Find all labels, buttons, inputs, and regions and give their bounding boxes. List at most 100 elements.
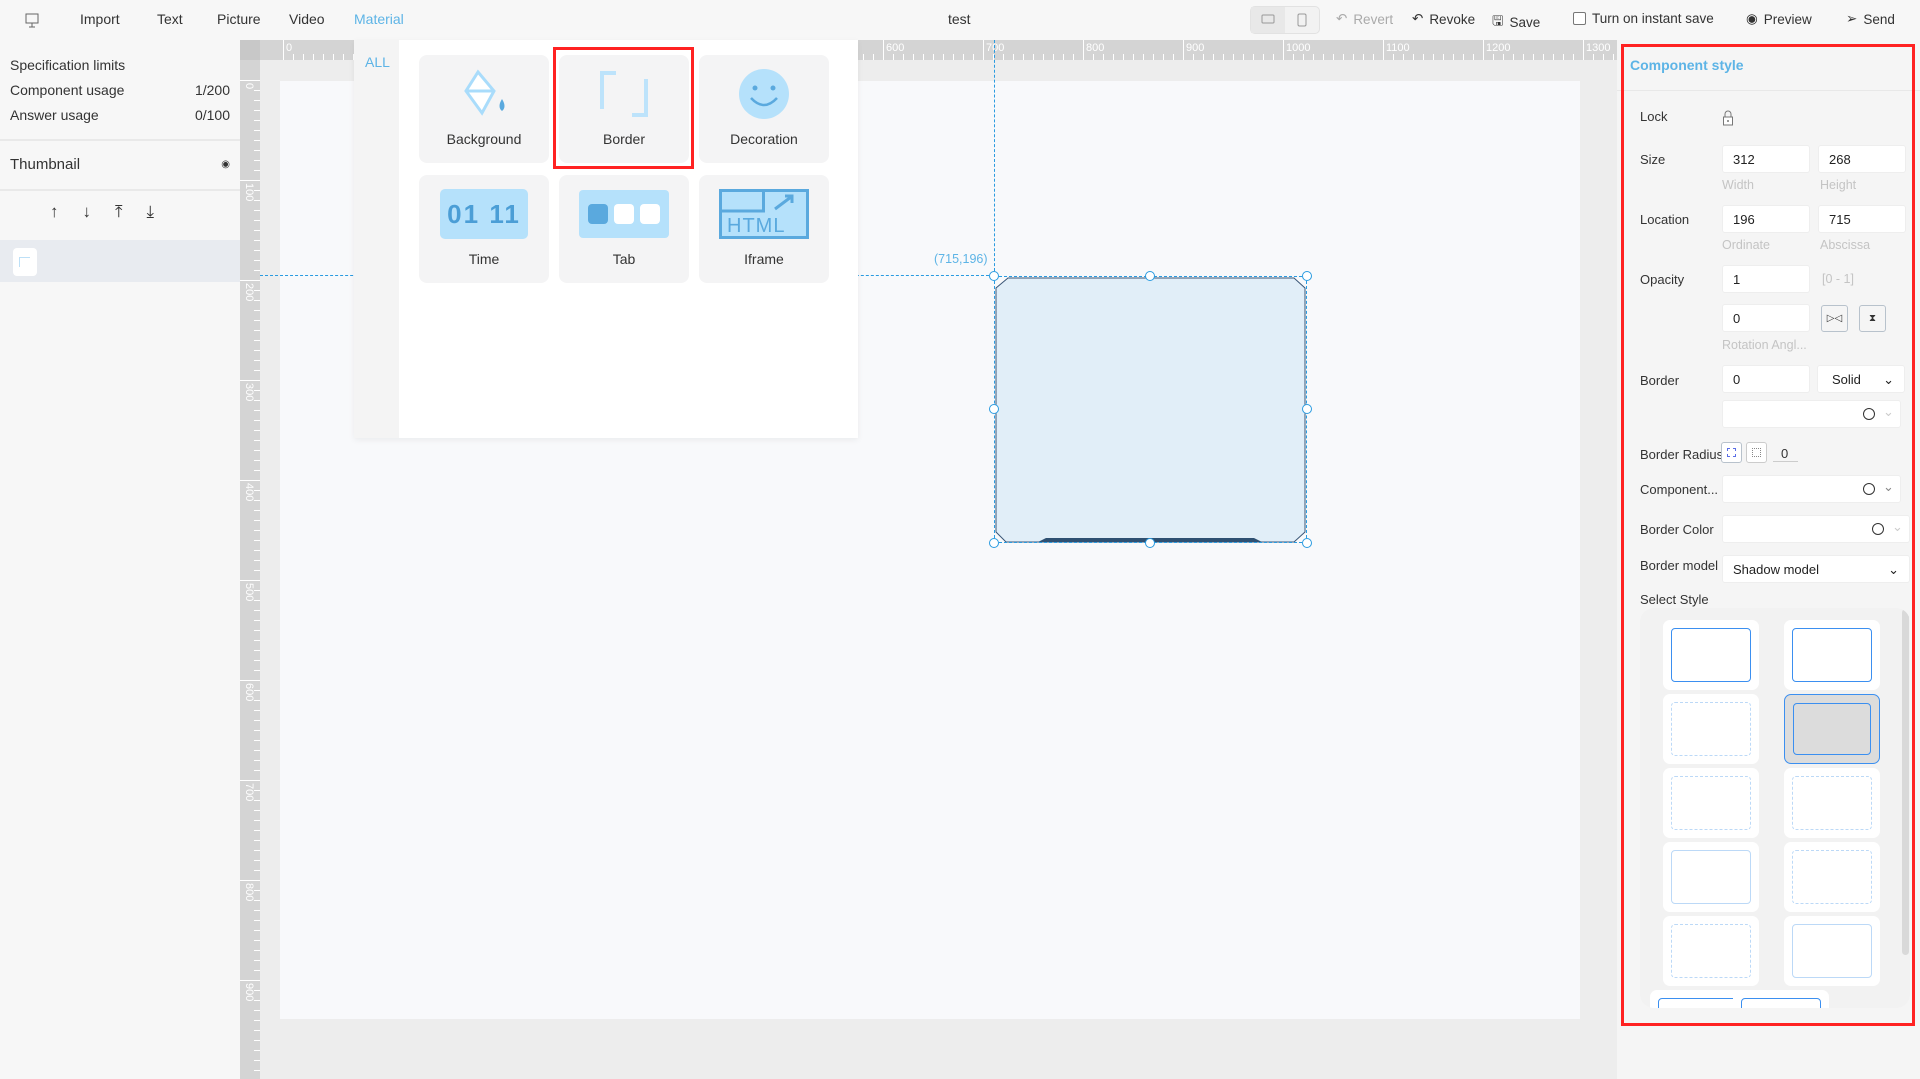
selection-outline bbox=[994, 276, 1307, 543]
resize-handle[interactable] bbox=[1302, 538, 1312, 548]
material-time[interactable]: 01 11 Time bbox=[419, 175, 549, 283]
radius-uniform-button[interactable] bbox=[1721, 442, 1742, 463]
spec-title: Specification limits bbox=[10, 57, 126, 73]
move-down-icon[interactable]: ↓ bbox=[83, 202, 92, 222]
style-option[interactable] bbox=[1733, 990, 1829, 1008]
eye-icon[interactable]: ◉ bbox=[221, 159, 230, 173]
nav-import[interactable]: Import bbox=[80, 11, 120, 27]
mobile-view-button[interactable] bbox=[1285, 7, 1319, 33]
instant-save-checkbox[interactable] bbox=[1573, 12, 1586, 25]
chevron-down-icon: ⌄ bbox=[1883, 479, 1894, 494]
resize-handle[interactable] bbox=[1145, 271, 1155, 281]
revoke-button[interactable]: ↶ Revoke bbox=[1412, 11, 1475, 27]
chevron-down-icon: ⌄ bbox=[1883, 372, 1894, 387]
instant-save-toggle[interactable]: Turn on instant save bbox=[1573, 11, 1714, 26]
layer-item[interactable] bbox=[0, 240, 240, 282]
ruler-tick bbox=[1483, 40, 1484, 60]
border-color-label: Border Color bbox=[1640, 522, 1714, 537]
ruler-tick bbox=[240, 980, 260, 981]
monitor-icon bbox=[1261, 14, 1275, 24]
style-option[interactable] bbox=[1663, 916, 1759, 986]
style-option[interactable] bbox=[1784, 768, 1880, 838]
style-option[interactable] bbox=[1784, 694, 1880, 764]
ruler-label: 700 bbox=[243, 783, 255, 802]
rotation-input[interactable]: 0 bbox=[1722, 304, 1810, 332]
component-color-picker[interactable]: ⌄ bbox=[1722, 475, 1901, 503]
border-model-value: Shadow model bbox=[1733, 562, 1819, 577]
scrollbar[interactable] bbox=[1902, 609, 1909, 955]
ruler-label: 200 bbox=[243, 283, 255, 302]
ruler-tick bbox=[240, 880, 260, 881]
move-top-icon[interactable]: ⤒ bbox=[115, 202, 123, 222]
style-option[interactable] bbox=[1663, 768, 1759, 838]
html-text: HTML bbox=[727, 215, 786, 237]
smiley-icon bbox=[739, 69, 789, 119]
ruler-tick bbox=[883, 40, 884, 60]
move-up-icon[interactable]: ↑ bbox=[50, 202, 59, 222]
ruler-label: 800 bbox=[1086, 42, 1105, 54]
document-title: test bbox=[948, 11, 971, 27]
style-option[interactable] bbox=[1663, 694, 1759, 764]
style-option[interactable] bbox=[1784, 842, 1880, 912]
nav-material[interactable]: Material bbox=[354, 11, 404, 27]
style-option[interactable] bbox=[1663, 620, 1759, 690]
resize-handle[interactable] bbox=[1302, 271, 1312, 281]
highlight-box bbox=[553, 47, 694, 169]
thumbnail-header: Thumbnail ◉ bbox=[10, 156, 230, 173]
desktop-view-button[interactable] bbox=[1251, 7, 1285, 33]
save-button[interactable]: 🖫 Save bbox=[1492, 11, 1540, 34]
resize-handle[interactable] bbox=[1145, 538, 1155, 548]
material-background[interactable]: Background bbox=[419, 55, 549, 163]
component-color-label: Component... bbox=[1640, 482, 1719, 497]
style-option[interactable] bbox=[1650, 990, 1746, 1008]
material-iframe[interactable]: HTML Iframe bbox=[699, 175, 829, 283]
category-all[interactable]: ALL bbox=[365, 54, 390, 70]
lock-label: Lock bbox=[1640, 109, 1668, 124]
nav-text[interactable]: Text bbox=[157, 11, 183, 27]
preview-button[interactable]: ◉ Preview bbox=[1746, 11, 1812, 27]
resize-handle[interactable] bbox=[989, 271, 999, 281]
opacity-label: Opacity bbox=[1640, 272, 1685, 287]
radius-individual-button[interactable] bbox=[1746, 442, 1767, 463]
nav-picture[interactable]: Picture bbox=[217, 11, 261, 27]
style-option[interactable] bbox=[1784, 620, 1880, 690]
resize-handle[interactable] bbox=[989, 404, 999, 414]
style-option[interactable] bbox=[1784, 916, 1880, 986]
border-style-select[interactable]: Solid ⌄ bbox=[1817, 365, 1905, 393]
style-option[interactable] bbox=[1663, 842, 1759, 912]
flip-horizontal-button[interactable]: ▷◁ bbox=[1821, 305, 1848, 332]
border-color-picker[interactable]: ⌄ bbox=[1722, 400, 1901, 428]
selected-component[interactable] bbox=[989, 271, 1312, 548]
vertical-ruler: 0 100 200 300 400 500 600 700 800 900 bbox=[240, 40, 260, 1079]
material-decoration[interactable]: Decoration bbox=[699, 55, 829, 163]
lock-icon[interactable] bbox=[1722, 110, 1734, 126]
nav-video[interactable]: Video bbox=[289, 11, 325, 27]
chevron-down-icon: ⌄ bbox=[1892, 519, 1903, 534]
border-model-select[interactable]: Shadow model ⌄ bbox=[1722, 555, 1910, 583]
ordinate-input[interactable]: 196 bbox=[1722, 205, 1810, 233]
ruler-label: 500 bbox=[243, 583, 255, 602]
move-bottom-icon[interactable]: ⤓ bbox=[147, 202, 155, 222]
material-popup: ALL Background Border Decoration 01 11 T… bbox=[354, 40, 858, 438]
ruler-label: 900 bbox=[243, 983, 255, 1002]
height-input[interactable]: 268 bbox=[1818, 145, 1906, 173]
border-width-input[interactable]: 0 bbox=[1722, 365, 1810, 393]
border-color-select[interactable]: ⌄ bbox=[1722, 515, 1910, 543]
device-toggle bbox=[1250, 6, 1320, 34]
flip-vertical-button[interactable]: ⧗ bbox=[1859, 305, 1886, 332]
resize-handle[interactable] bbox=[989, 538, 999, 548]
resize-handle[interactable] bbox=[1302, 404, 1312, 414]
revert-button[interactable]: ↶ Revert bbox=[1336, 11, 1393, 27]
material-tab[interactable]: Tab bbox=[559, 175, 689, 283]
abscissa-input[interactable]: 715 bbox=[1818, 205, 1906, 233]
divider bbox=[0, 189, 240, 191]
phone-icon bbox=[1297, 13, 1307, 27]
border-radius-input[interactable]: 0 bbox=[1773, 446, 1798, 462]
presentation-icon[interactable] bbox=[24, 12, 40, 28]
ruler-label: 300 bbox=[243, 383, 255, 402]
width-input[interactable]: 312 bbox=[1722, 145, 1810, 173]
ruler-corner[interactable] bbox=[240, 40, 260, 60]
opacity-input[interactable]: 1 bbox=[1722, 265, 1810, 293]
ruler-tick bbox=[240, 380, 260, 381]
send-button[interactable]: ➢ Send bbox=[1846, 11, 1895, 27]
